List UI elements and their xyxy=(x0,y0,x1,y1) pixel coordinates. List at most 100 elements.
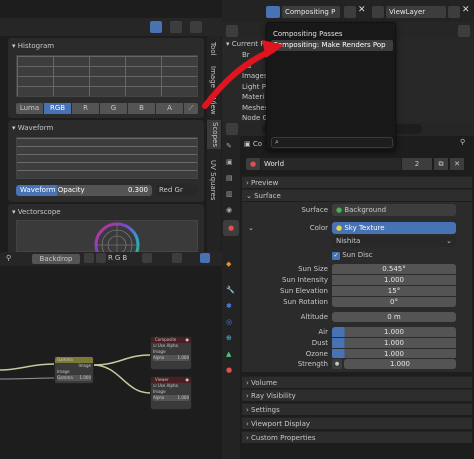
air-slider[interactable]: 1.000 xyxy=(332,327,456,337)
viewer-node[interactable]: Viewer ● ☑ Use Alpha Image Alpha 1.000 xyxy=(150,376,192,410)
viewer-node-header: Viewer ● xyxy=(151,377,191,383)
channel-g-button[interactable]: G xyxy=(100,103,127,114)
dust-slider[interactable]: 1.000 xyxy=(332,338,456,348)
histogram-channel-row: Luma RGB R G B A ⟋ xyxy=(16,103,198,114)
image-editor-header xyxy=(0,18,222,36)
world-selector: ● World 2 ⧉ ✕ xyxy=(246,158,464,170)
tab-scopes[interactable]: Scopes xyxy=(207,120,221,149)
data-tab-icon[interactable]: ▲ xyxy=(226,350,231,358)
waveform-panel: ▾ Waveform Waveform Opacity 0.300 Red Gr xyxy=(8,120,204,202)
tab-view[interactable]: View xyxy=(209,98,217,115)
histogram-canvas[interactable] xyxy=(16,55,198,97)
vectorscope-canvas[interactable] xyxy=(16,220,198,268)
view-layer-browse-icon[interactable] xyxy=(372,6,384,18)
section-settings[interactable]: › Settings xyxy=(242,403,472,415)
sun-rotation-field[interactable]: 0° xyxy=(332,297,456,307)
outliner-item-meshes[interactable]: Meshes xyxy=(232,103,266,114)
strength-field[interactable]: 1.000 xyxy=(344,359,456,369)
channel-luma-button[interactable]: Luma xyxy=(16,103,43,114)
sun-elevation-field[interactable]: 15° xyxy=(332,286,456,296)
scene-tab-icon[interactable]: ◉ xyxy=(226,206,232,214)
world-tab-icon[interactable]: ● xyxy=(223,220,239,236)
pin-icon[interactable]: ⚲ xyxy=(460,138,465,146)
scene-dropdown-menu: Compositing Passes Compositing: Make Ren… xyxy=(266,22,396,150)
sky-type-dropdown[interactable]: Nishita ⌄ xyxy=(332,236,456,247)
strength-socket-icon[interactable]: ● xyxy=(332,359,342,369)
outliner-item-materials[interactable]: Materi xyxy=(232,92,266,103)
constraints-tab-icon[interactable]: ⊕ xyxy=(226,334,232,342)
channel-a-button[interactable]: A xyxy=(156,103,183,114)
particles-tab-icon[interactable]: ✱ xyxy=(226,302,232,310)
section-surface[interactable]: ⌄ Surface xyxy=(242,189,472,201)
view-layer-field[interactable]: ViewLayer xyxy=(386,6,446,18)
color-input-field[interactable]: ● Sky Texture xyxy=(332,222,456,234)
world-name-field[interactable]: World xyxy=(261,158,401,170)
gamma-value-field[interactable]: Gamma 1.000 xyxy=(57,375,91,381)
material-tab-icon[interactable]: ● xyxy=(226,366,232,374)
overlay-toggle-icon[interactable] xyxy=(150,21,162,33)
node-editor[interactable]: ⚲ Backdrop R G B Gamma Image Image Gamma… xyxy=(0,252,222,459)
world-browse-icon[interactable]: ● xyxy=(246,158,260,170)
waveform-mode-dropdown[interactable]: Red Gr xyxy=(156,185,198,196)
add-view-layer-icon[interactable] xyxy=(448,6,460,18)
duplicate-scene-icon[interactable] xyxy=(344,6,356,18)
sun-intensity-label: Sun Intensity xyxy=(281,276,328,284)
search-icon: ⌕ xyxy=(275,138,279,146)
composite-node[interactable]: Composite ● ☑ Use Alpha Image Alpha 1.00… xyxy=(150,336,192,370)
section-ray-visibility[interactable]: › Ray Visibility xyxy=(242,389,472,401)
color-label: Color xyxy=(309,224,328,232)
modifier-tab-icon[interactable]: 🔧 xyxy=(226,286,235,294)
outliner-item-cameras[interactable]: Ca xyxy=(232,61,266,72)
fake-user-icon[interactable]: ⧉ xyxy=(434,158,448,170)
waveform-canvas[interactable] xyxy=(16,137,198,179)
sun-intensity-field[interactable]: 1.000 xyxy=(332,275,456,285)
altitude-field[interactable]: 0 m xyxy=(332,312,456,322)
dropdown-search-field[interactable]: ⌕ xyxy=(271,137,393,148)
section-custom-properties[interactable]: › Custom Properties xyxy=(242,431,472,443)
log-scale-icon[interactable]: ⟋ xyxy=(184,103,198,114)
physics-tab-icon[interactable]: ◎ xyxy=(226,318,232,326)
viewer-alpha-field[interactable]: Alpha 1.000 xyxy=(153,395,189,401)
tool-tab-icon[interactable]: ✎ xyxy=(226,142,232,150)
world-users-count[interactable]: 2 xyxy=(402,158,432,170)
render-tab-icon[interactable]: ▣ xyxy=(226,158,233,166)
outliner-item-images[interactable]: Images xyxy=(232,71,266,82)
channel-b-button[interactable]: B xyxy=(128,103,155,114)
channel-rgb-button[interactable]: RGB xyxy=(44,103,71,114)
outliner-item-light-probes[interactable]: Light P xyxy=(232,82,266,93)
filter-icon[interactable] xyxy=(458,25,470,37)
section-preview[interactable]: › Preview xyxy=(242,176,472,188)
outliner-item-brushes[interactable]: Br xyxy=(232,50,266,61)
delete-scene-icon[interactable]: ✕ xyxy=(358,5,366,15)
gamma-node[interactable]: Gamma Image Image Gamma 1.000 xyxy=(54,356,94,384)
waveform-opacity-slider[interactable]: Waveform Opacity 0.300 xyxy=(16,185,152,196)
scene-name-field[interactable]: Compositing P xyxy=(282,6,340,18)
composite-alpha-field[interactable]: Alpha 1.000 xyxy=(153,355,189,361)
section-viewport-display[interactable]: › Viewport Display xyxy=(242,417,472,429)
editor-type-icon[interactable] xyxy=(226,123,238,135)
scene-browse-icon[interactable] xyxy=(266,6,280,18)
channel-r-button[interactable]: R xyxy=(72,103,99,114)
section-volume[interactable]: › Volume xyxy=(242,376,472,388)
dropdown-item-make-renders-pop[interactable]: Compositing: Make Renders Pop xyxy=(271,40,393,51)
scene-icon: ▣ xyxy=(244,140,251,148)
waveform-header[interactable]: ▾ Waveform xyxy=(12,122,53,134)
sun-disc-checkbox[interactable]: ✓ Sun Disc xyxy=(332,250,373,261)
surface-shader-field[interactable]: ● Background xyxy=(332,204,456,216)
display-mode-icon[interactable] xyxy=(190,21,202,33)
view-layer-tab-icon[interactable]: ▥ xyxy=(226,190,233,198)
unlink-icon[interactable]: ✕ xyxy=(450,158,464,170)
tab-tool[interactable]: Tool xyxy=(209,42,217,56)
tab-uv-squares[interactable]: UV Squares xyxy=(209,160,217,200)
properties-editor: ✎ ▣ ▤ ▥ ◉ ● ◆ 🔧 ✱ ◎ ⊕ ▲ ● ▣ Co ⚲ ● World… xyxy=(222,122,474,459)
gizmo-icon[interactable] xyxy=(170,21,182,33)
vectorscope-header[interactable]: ▾ Vectorscope xyxy=(12,206,61,218)
tab-image[interactable]: Image xyxy=(209,66,217,88)
output-tab-icon[interactable]: ▤ xyxy=(226,174,233,182)
object-tab-icon[interactable]: ◆ xyxy=(226,260,231,268)
dropdown-item-compositing-passes[interactable]: Compositing Passes xyxy=(271,29,393,40)
histogram-header[interactable]: ▾ Histogram xyxy=(12,40,54,52)
sun-size-field[interactable]: 0.545° xyxy=(332,264,456,274)
delete-view-layer-icon[interactable]: ✕ xyxy=(462,5,470,15)
display-mode-icon[interactable] xyxy=(226,25,238,37)
